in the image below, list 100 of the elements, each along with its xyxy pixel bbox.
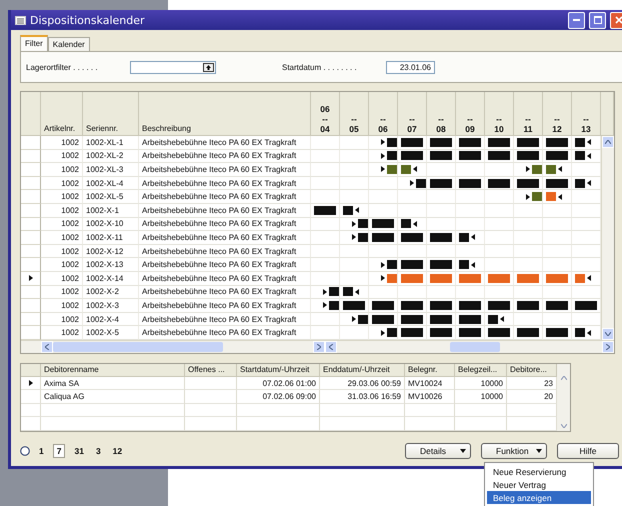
booking-bar[interactable] xyxy=(575,151,585,160)
booking-bar[interactable] xyxy=(430,138,452,147)
help-button[interactable]: Hilfe xyxy=(557,442,619,459)
booking-bar[interactable] xyxy=(517,300,539,310)
lookup-icon[interactable] xyxy=(203,62,214,72)
booking-bar[interactable] xyxy=(488,151,510,160)
booking-bar[interactable] xyxy=(401,138,423,147)
zoom-level[interactable]: 1 xyxy=(36,444,47,457)
column-header[interactable]: Belegnr. xyxy=(405,364,455,377)
booking-bar[interactable] xyxy=(488,138,510,147)
booking-bar[interactable] xyxy=(387,138,397,147)
column-header[interactable]: Belegzeil... xyxy=(455,364,507,377)
booking-bar[interactable] xyxy=(343,300,365,310)
booking-bar[interactable] xyxy=(401,328,423,338)
booking-bar[interactable] xyxy=(401,260,423,270)
booking-bar[interactable] xyxy=(372,300,394,310)
booking-bar[interactable] xyxy=(459,138,481,147)
minimize-button[interactable] xyxy=(568,12,585,28)
booking-bar[interactable] xyxy=(546,138,568,147)
tab[interactable]: Kalender xyxy=(48,37,90,51)
day-header[interactable]: -- 07 xyxy=(398,92,427,136)
horizontal-scrollbar[interactable] xyxy=(21,340,614,353)
booking-bar[interactable] xyxy=(459,260,469,270)
column-header[interactable]: Debitore... xyxy=(507,364,557,377)
booking-bar[interactable] xyxy=(416,178,426,188)
booking-bar[interactable] xyxy=(546,178,568,188)
day-header[interactable]: -- 10 xyxy=(485,92,514,136)
booking-bar[interactable] xyxy=(358,314,368,324)
booking-bar[interactable] xyxy=(488,328,510,338)
booking-bar[interactable] xyxy=(517,151,539,160)
booking-bar[interactable] xyxy=(430,232,452,242)
row-selector[interactable] xyxy=(21,272,41,286)
booking-bar[interactable] xyxy=(546,328,568,338)
menu-item[interactable]: Neue Reservierung xyxy=(487,465,591,478)
column-header[interactable]: Enddatum/-Uhrzeit xyxy=(320,364,405,377)
booking-bar[interactable] xyxy=(546,300,568,310)
booking-bar[interactable] xyxy=(401,232,423,242)
booking-bar[interactable] xyxy=(343,287,353,296)
zoom-level[interactable]: 7 xyxy=(52,444,66,458)
booking-bar[interactable] xyxy=(459,178,481,188)
booking-bar[interactable] xyxy=(372,314,394,324)
day-header[interactable]: 06 -- 04 xyxy=(311,92,340,136)
day-header[interactable]: -- 11 xyxy=(514,92,543,136)
booking-bar[interactable] xyxy=(517,178,539,188)
booking-bar[interactable] xyxy=(575,300,597,310)
vertical-scrollbar[interactable] xyxy=(601,136,614,340)
booking-bar[interactable] xyxy=(372,219,394,228)
booking-bar[interactable] xyxy=(459,300,481,310)
booking-bar[interactable] xyxy=(387,328,397,338)
maximize-button[interactable] xyxy=(589,12,606,28)
column-header[interactable]: Beschreibung xyxy=(139,92,311,136)
booking-bar[interactable] xyxy=(401,314,423,324)
location-filter-field[interactable] xyxy=(130,60,216,74)
dropdown-button[interactable]: Funktion xyxy=(481,442,547,459)
day-header[interactable]: -- 12 xyxy=(543,92,572,136)
booking-bar[interactable] xyxy=(430,328,452,338)
booking-bar[interactable] xyxy=(488,314,498,324)
day-header[interactable]: -- 05 xyxy=(340,92,369,136)
booking-bar[interactable] xyxy=(459,314,481,324)
day-header[interactable]: -- 13 xyxy=(572,92,601,136)
booking-bar[interactable] xyxy=(430,314,452,324)
booking-bar[interactable] xyxy=(430,260,452,270)
menu-item[interactable]: Beleg anzeigen xyxy=(487,491,591,504)
day-header[interactable]: -- 09 xyxy=(456,92,485,136)
zoom-level[interactable]: 3 xyxy=(92,444,104,457)
booking-bar[interactable] xyxy=(343,206,353,215)
booking-bar[interactable] xyxy=(517,328,539,338)
row-selector[interactable] xyxy=(21,376,41,390)
zoom-level[interactable]: 12 xyxy=(110,444,126,457)
column-header[interactable]: Startdatum/-Uhrzeit xyxy=(237,364,320,377)
booking-bar[interactable] xyxy=(401,300,423,310)
booking-bar[interactable] xyxy=(329,300,339,310)
booking-bar[interactable] xyxy=(488,178,510,188)
booking-bar[interactable] xyxy=(401,151,423,160)
booking-bar[interactable] xyxy=(546,151,568,160)
scrollbar-thumb[interactable] xyxy=(53,342,223,352)
booking-bar[interactable] xyxy=(459,151,481,160)
booking-bar[interactable] xyxy=(358,219,368,228)
booking-bar[interactable] xyxy=(387,260,397,270)
booking-bar[interactable] xyxy=(387,151,397,160)
booking-bar[interactable] xyxy=(401,219,411,228)
column-header[interactable]: Offenes ... xyxy=(185,364,237,377)
booking-bar[interactable] xyxy=(517,138,539,147)
booking-bar[interactable] xyxy=(430,151,452,160)
column-header[interactable]: Debitorenname xyxy=(41,364,185,377)
booking-bar[interactable] xyxy=(459,232,469,242)
booking-bar[interactable] xyxy=(575,138,585,147)
dropdown-button[interactable]: Details xyxy=(405,442,471,459)
booking-bar[interactable] xyxy=(575,178,585,188)
menu-item[interactable]: Neuer Vertrag xyxy=(487,478,591,491)
radio-icon[interactable] xyxy=(20,446,30,456)
booking-bar[interactable] xyxy=(488,300,510,310)
booking-bar[interactable] xyxy=(372,232,394,242)
booking-bar[interactable] xyxy=(459,328,481,338)
zoom-level[interactable]: 31 xyxy=(71,444,87,457)
start-date-field[interactable]: 23.01.06 xyxy=(386,60,435,74)
scrollbar-thumb[interactable] xyxy=(450,342,500,352)
day-header[interactable]: -- 06 xyxy=(369,92,398,136)
booking-bar[interactable] xyxy=(575,328,585,338)
booking-bar[interactable] xyxy=(314,206,336,215)
